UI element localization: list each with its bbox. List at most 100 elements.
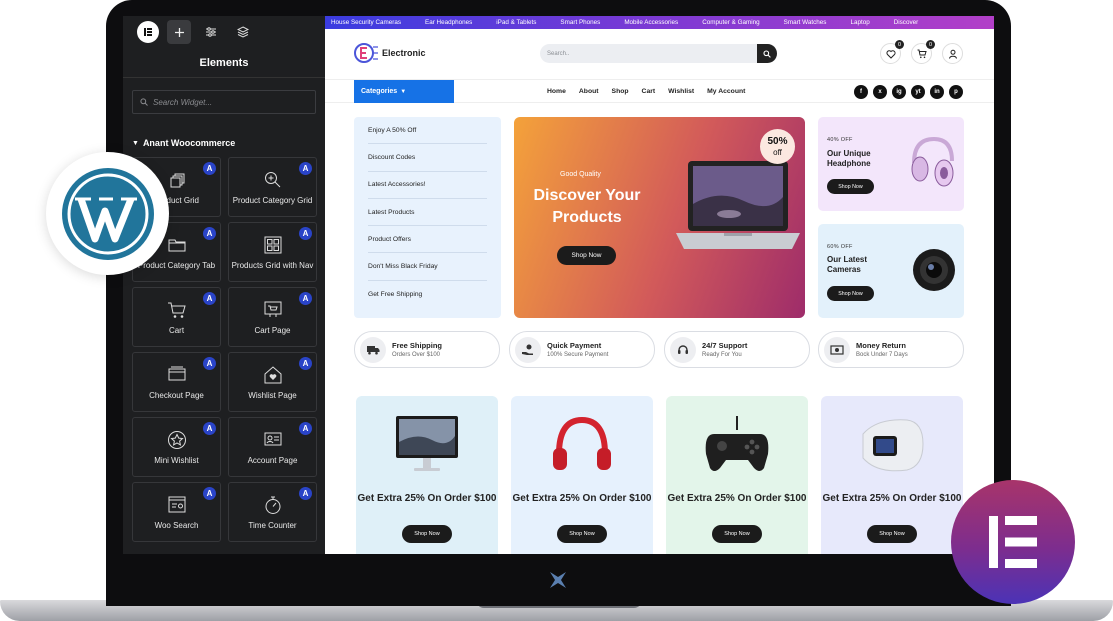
ticker-link[interactable]: House Security Cameras [331, 19, 401, 26]
wordpress-logo-icon [61, 167, 154, 260]
category-link[interactable]: Product Offers [368, 226, 487, 254]
offer-shop-now-button[interactable]: Shop Now [402, 525, 452, 543]
widget-wishlist-page[interactable]: A Wishlist Page [228, 352, 317, 412]
widget-products-grid-with-nav[interactable]: A Products Grid with Nav [228, 222, 317, 282]
ticker-link[interactable]: Smart Phones [560, 19, 600, 26]
widget-search-placeholder: Search Widget... [153, 97, 213, 107]
promo-headphone: 40% OFF Our Unique Headphone Shop Now [818, 117, 964, 211]
smartwatch-icon [862, 419, 924, 472]
x-twitter-icon[interactable]: x [873, 85, 887, 99]
menu-item-shop[interactable]: Shop [612, 88, 629, 95]
menu-item-home[interactable]: Home [547, 88, 566, 95]
page: Elements Search Widget... ▼ Anant Woocom… [0, 0, 1113, 621]
category-list: Enjoy A 50% Off Discount Codes Latest Ac… [354, 117, 501, 318]
feature-subtitle: Orders Over $100 [392, 352, 441, 358]
promo-tag: 40% OFF [827, 137, 853, 143]
gamepad-icon [705, 416, 769, 471]
ticker-link[interactable]: Discover [894, 19, 919, 26]
menu-item-wishlist[interactable]: Wishlist [668, 88, 694, 95]
categories-button[interactable]: Categories ▼ [354, 80, 454, 103]
add-element-icon[interactable] [167, 20, 191, 44]
monitor-icon [396, 416, 458, 471]
feature-title: Quick Payment [547, 341, 602, 350]
youtube-icon[interactable]: yt [911, 85, 925, 99]
category-link[interactable]: Don't Miss Black Friday [368, 253, 487, 281]
offer-shop-now-button[interactable]: Shop Now [712, 525, 762, 543]
feature-money-return: Money Return Bock Under 7 Days [818, 331, 964, 368]
category-link[interactable]: Get Free Shipping [368, 281, 487, 308]
hero-banner: Good Quality Discover Your Products Shop… [514, 117, 805, 318]
widget-mini-wishlist[interactable]: A Mini Wishlist [132, 417, 221, 477]
widget-cart-page[interactable]: A Cart Page [228, 287, 317, 347]
site-search-input[interactable]: Search.. [540, 44, 777, 63]
main-navbar: Categories ▼ Home About Shop Cart Wishli… [325, 79, 994, 103]
account-button[interactable] [942, 43, 963, 64]
cart-count: 0 [926, 40, 935, 49]
menu-item-about[interactable]: About [579, 88, 599, 95]
account-icon [264, 432, 281, 445]
wishlist-button[interactable]: 0 [880, 40, 904, 64]
site-logo[interactable]: Electronic [353, 42, 426, 64]
timer-icon [265, 496, 280, 514]
promo-shop-now-button[interactable]: Shop Now [827, 286, 874, 301]
offer-shop-now-button[interactable]: Shop Now [557, 525, 607, 543]
wishlist-count: 0 [895, 40, 904, 49]
elementor-logo [951, 480, 1075, 604]
layers-icon[interactable] [231, 20, 255, 44]
linkedin-icon[interactable]: in [930, 85, 944, 99]
ticker-link[interactable]: Laptop [850, 19, 869, 26]
widget-woo-search[interactable]: A Woo Search [132, 482, 221, 542]
ticker-link[interactable]: Ear Headphones [425, 19, 472, 26]
brand-name: Electronic [382, 48, 426, 58]
cart-button[interactable]: 0 [911, 40, 935, 64]
promo-shop-now-button[interactable]: Shop Now [827, 179, 874, 194]
site-preview: House Security Cameras Ear Headphones iP… [325, 16, 994, 554]
widget-label: Wishlist Page [248, 390, 297, 400]
widget-search-input[interactable]: Search Widget... [132, 90, 316, 114]
offer-title: Get Extra 25% On Order $100 [357, 493, 497, 504]
widget-category-header[interactable]: ▼ Anant Woocommerce [132, 138, 325, 148]
menu-item-cart[interactable]: Cart [642, 88, 656, 95]
search-plus-icon [264, 171, 280, 187]
ticker-link[interactable]: Computer & Gaming [702, 19, 759, 26]
checkout-icon [168, 366, 185, 380]
widget-checkout-page[interactable]: A Checkout Page [132, 352, 221, 412]
widget-label: Products Grid with Nav [231, 260, 314, 270]
heart-icon [885, 49, 896, 59]
widget-product-category-grid[interactable]: A Product Category Grid [228, 157, 317, 217]
widget-account-page[interactable]: A Account Page [228, 417, 317, 477]
widget-time-counter[interactable]: A Time Counter [228, 482, 317, 542]
caret-down-icon: ▼ [132, 139, 139, 147]
category-link[interactable]: Enjoy A 50% Off [368, 117, 487, 145]
site-search-button[interactable] [757, 44, 777, 63]
editor-sidebar: Elements Search Widget... ▼ Anant Woocom… [123, 16, 325, 554]
promo-cameras: 60% OFF Our Latest Cameras Shop Now [818, 224, 964, 318]
site-header: Electronic Search.. 0 0 [325, 29, 994, 79]
settings-sliders-icon[interactable] [199, 20, 223, 44]
offer-title: Get Extra 25% On Order $100 [822, 493, 962, 504]
bezel-logo-icon [550, 572, 566, 588]
payment-hand-icon [515, 336, 541, 363]
hero-kicker: Good Quality [560, 171, 601, 178]
offer-shop-now-button[interactable]: Shop Now [867, 525, 917, 543]
menu-item-my-account[interactable]: My Account [707, 88, 745, 95]
category-link[interactable]: Discount Codes [368, 144, 487, 172]
ticker-link[interactable]: iPad & Tablets [496, 19, 536, 26]
instagram-icon[interactable]: ig [892, 85, 906, 99]
pinterest-icon[interactable]: p [949, 85, 963, 99]
hero-shop-now-button[interactable]: Shop Now [557, 246, 616, 265]
ticker-link[interactable]: Smart Watches [784, 19, 827, 26]
panel-title: Elements [123, 48, 325, 78]
feature-support: 24/7 Support Ready For You [664, 331, 810, 368]
folder-tab-icon [168, 239, 185, 251]
category-link[interactable]: Latest Accessories! [368, 172, 487, 199]
laptop-screen: Elements Search Widget... ▼ Anant Woocom… [123, 16, 994, 554]
category-link[interactable]: Latest Products [368, 199, 487, 227]
facebook-icon[interactable]: f [854, 85, 868, 99]
editor-toolbar [123, 16, 325, 48]
elementor-logo-icon[interactable] [137, 21, 159, 43]
feature-subtitle: Ready For You [702, 352, 742, 358]
widget-cart[interactable]: A Cart [132, 287, 221, 347]
ticker-link[interactable]: Mobile Accessories [624, 19, 678, 26]
headset-icon [670, 336, 696, 363]
